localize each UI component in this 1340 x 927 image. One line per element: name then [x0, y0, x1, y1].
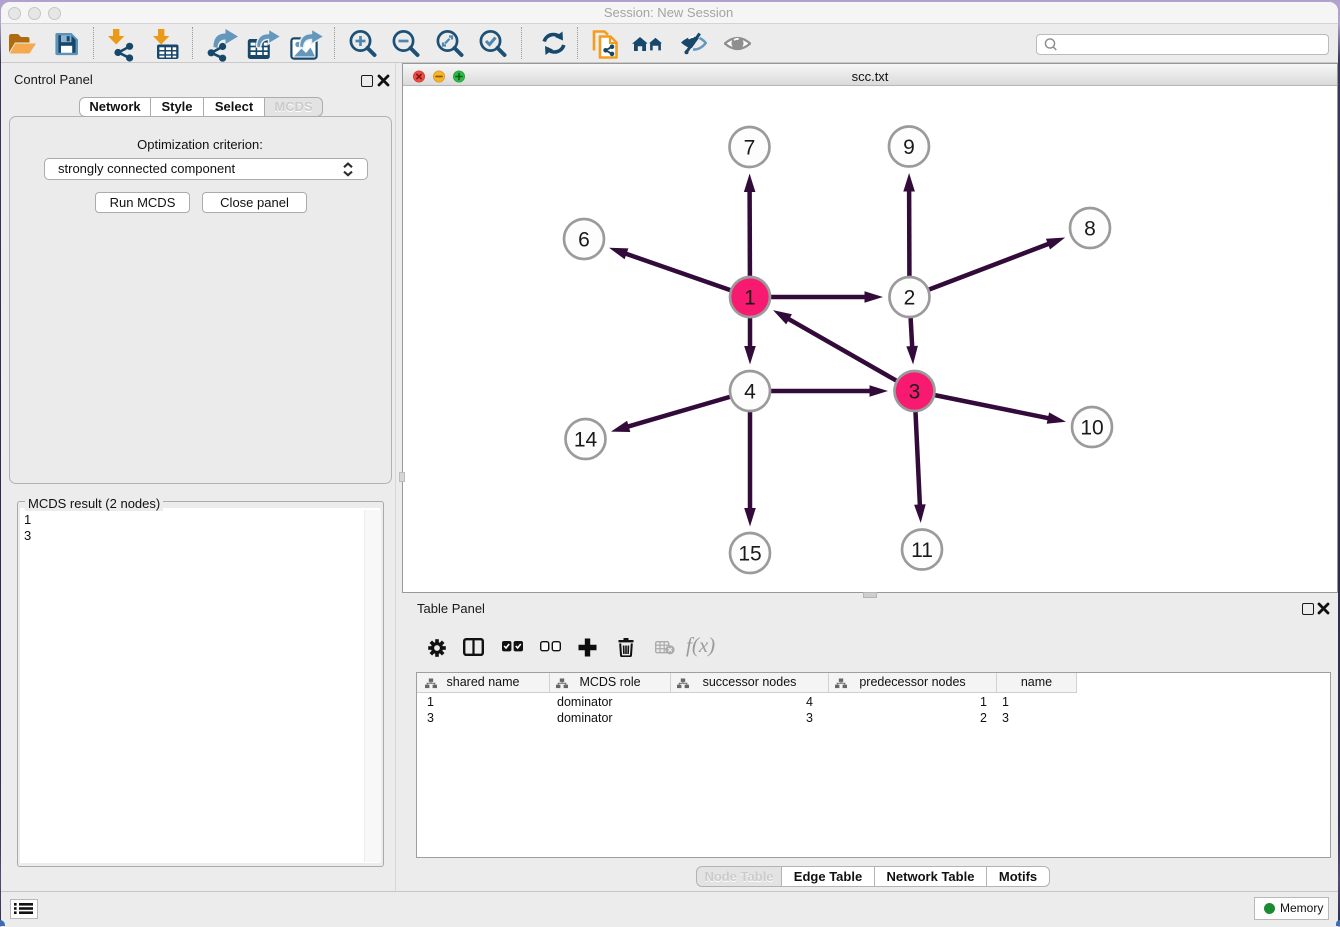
svg-text:7: 7 — [744, 137, 756, 160]
svg-text:6: 6 — [578, 229, 590, 252]
svg-text:2: 2 — [904, 287, 916, 310]
svg-text:3: 3 — [909, 381, 921, 404]
svg-text:4: 4 — [744, 381, 756, 404]
svg-text:9: 9 — [903, 136, 915, 159]
svg-text:10: 10 — [1080, 417, 1103, 440]
svg-text:15: 15 — [738, 543, 761, 566]
svg-text:11: 11 — [911, 539, 933, 562]
svg-text:1: 1 — [744, 287, 756, 310]
svg-text:8: 8 — [1084, 218, 1096, 241]
svg-text:14: 14 — [574, 429, 598, 452]
